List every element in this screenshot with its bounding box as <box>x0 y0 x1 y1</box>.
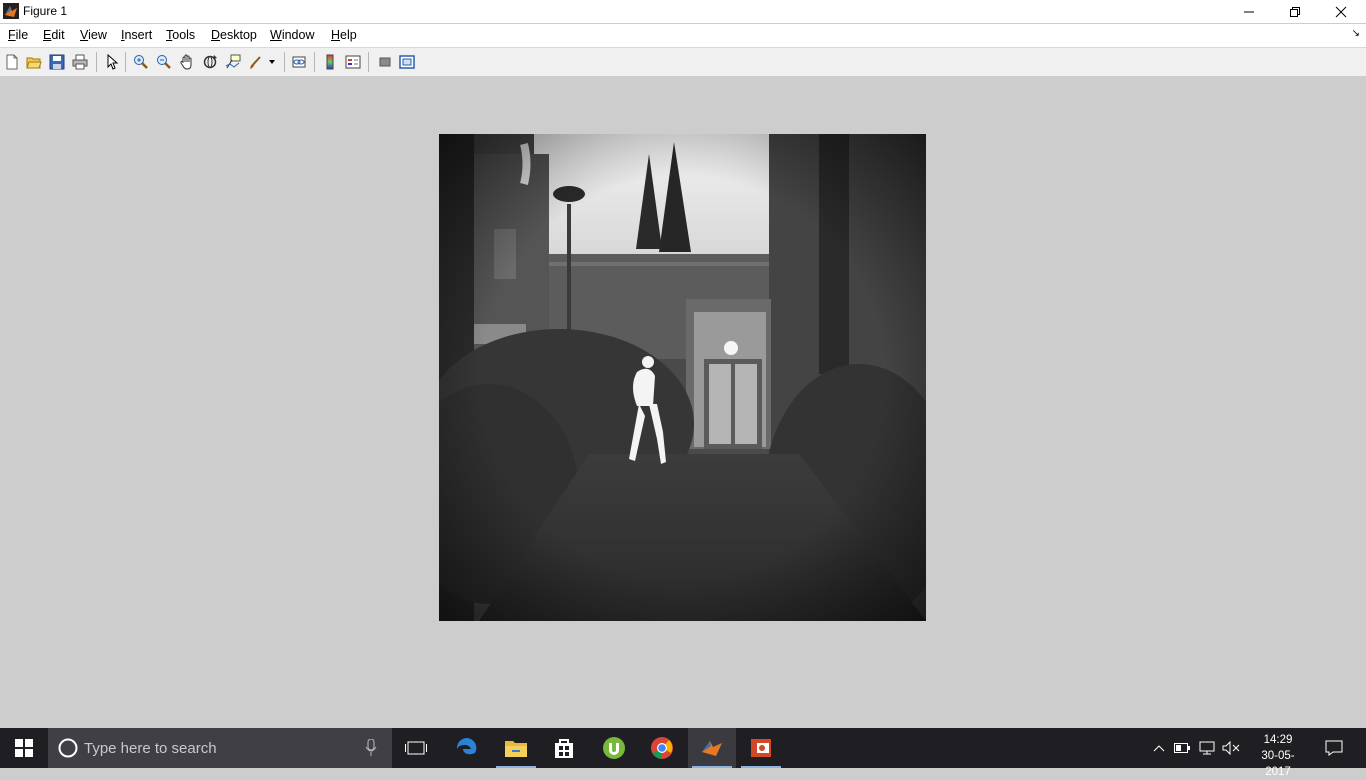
clock-time: 14:29 <box>1263 734 1293 746</box>
pan-button[interactable] <box>177 52 197 72</box>
matlab-app[interactable] <box>688 728 736 768</box>
task-view-icon <box>405 741 427 755</box>
file-explorer-app[interactable] <box>492 728 540 768</box>
powerpoint-app[interactable] <box>737 728 785 768</box>
edge-app[interactable] <box>443 728 491 768</box>
print-icon <box>72 54 88 70</box>
edit-plot-button[interactable] <box>102 52 122 72</box>
action-center-button[interactable] <box>1316 728 1352 768</box>
thermal-image <box>439 134 926 621</box>
show-plot-tools-icon <box>399 55 415 69</box>
store-icon <box>555 739 573 758</box>
brush-dropdown-button[interactable] <box>266 52 278 72</box>
insert-legend-button[interactable] <box>343 52 363 72</box>
show-plot-tools-button[interactable] <box>397 52 417 72</box>
menu-insert[interactable]: Insert <box>121 28 152 42</box>
chevron-up-icon <box>1153 745 1165 752</box>
close-button[interactable] <box>1318 0 1364 23</box>
edit-plot-icon <box>107 54 119 70</box>
task-view-button[interactable] <box>392 728 440 768</box>
menu-tools[interactable]: Tools <box>166 28 195 42</box>
taskbar: Type here to search 14:29 30-05-2017 <box>0 728 1366 778</box>
menu-view[interactable]: View <box>80 28 107 42</box>
clock-date: 30-05-2017 <box>1261 750 1295 778</box>
data-cursor-icon <box>225 54 241 69</box>
hide-plot-tools-button[interactable] <box>375 52 395 72</box>
start-button[interactable] <box>0 728 48 768</box>
save-button[interactable] <box>47 52 67 72</box>
link-plot-icon <box>292 56 306 68</box>
window-title: Figure 1 <box>23 4 68 18</box>
title-bar: Figure 1 <box>0 0 1366 23</box>
utorrent-icon <box>603 737 625 759</box>
open-file-button[interactable] <box>24 52 44 72</box>
menu-file[interactable]: File <box>8 28 28 42</box>
figure-canvas[interactable] <box>0 76 1366 728</box>
close-icon <box>1335 6 1347 17</box>
matlab-icon <box>702 741 722 756</box>
network-button[interactable] <box>1196 728 1218 768</box>
zoom-in-button[interactable] <box>131 52 151 72</box>
zoom-in-icon <box>134 55 148 69</box>
powerpoint-icon <box>751 739 771 757</box>
image-axes[interactable] <box>439 134 926 621</box>
menu-help[interactable]: Help <box>331 28 357 42</box>
volume-muted-icon <box>1222 741 1240 755</box>
toolbar-separator <box>96 52 97 72</box>
data-cursor-button[interactable] <box>223 52 243 72</box>
network-icon <box>1199 741 1215 755</box>
notification-icon <box>1325 740 1343 756</box>
chrome-icon <box>651 737 673 759</box>
zoom-out-icon <box>157 55 171 69</box>
restore-icon <box>1290 6 1300 17</box>
toolbar-separator <box>368 52 369 72</box>
restore-button[interactable] <box>1272 0 1318 23</box>
insert-colorbar-button[interactable] <box>320 52 340 72</box>
show-hidden-icons-button[interactable] <box>1150 728 1168 768</box>
cortana-icon <box>58 738 78 758</box>
link-plot-button[interactable] <box>289 52 309 72</box>
zoom-out-button[interactable] <box>154 52 174 72</box>
chrome-app[interactable] <box>638 728 686 768</box>
search-placeholder: Type here to search <box>84 740 217 757</box>
edge-icon <box>456 737 477 755</box>
minimize-button[interactable] <box>1226 0 1272 23</box>
menu-bar: File Edit View Insert Tools Desktop Wind… <box>0 24 1366 47</box>
new-figure-button[interactable] <box>2 52 22 72</box>
windows-logo-icon <box>15 739 33 757</box>
open-file-icon <box>26 57 42 69</box>
battery-button[interactable] <box>1172 728 1192 768</box>
menu-window[interactable]: Window <box>270 28 314 42</box>
store-app[interactable] <box>540 728 588 768</box>
figure-toolbar <box>0 47 1366 77</box>
brush-icon <box>250 56 261 69</box>
utorrent-app[interactable] <box>590 728 638 768</box>
brush-button[interactable] <box>246 52 266 72</box>
pan-icon <box>180 54 192 70</box>
menu-dock-arrow-icon[interactable]: ↘ <box>1352 28 1360 39</box>
minimize-icon <box>1244 11 1254 12</box>
menu-edit[interactable]: Edit <box>43 28 65 42</box>
rotate-3d-button[interactable] <box>200 52 220 72</box>
rotate-3d-icon <box>203 55 217 69</box>
volume-button[interactable] <box>1220 728 1242 768</box>
new-figure-icon <box>6 54 18 70</box>
microphone-icon[interactable] <box>365 739 377 757</box>
print-button[interactable] <box>70 52 90 72</box>
toolbar-separator <box>125 52 126 72</box>
file-explorer-icon <box>505 741 527 757</box>
battery-icon <box>1174 743 1190 753</box>
toolbar-separator <box>284 52 285 72</box>
save-icon <box>49 54 65 70</box>
toolbar-separator <box>314 52 315 72</box>
menu-desktop[interactable]: Desktop <box>211 28 257 42</box>
chevron-down-icon <box>269 60 275 64</box>
matlab-app-icon <box>3 3 19 19</box>
insert-legend-icon <box>345 55 361 69</box>
hide-plot-tools-icon <box>379 57 391 67</box>
insert-colorbar-icon <box>326 54 334 70</box>
search-box[interactable]: Type here to search <box>48 728 392 768</box>
clock[interactable]: 14:29 30-05-2017 <box>1250 732 1306 780</box>
